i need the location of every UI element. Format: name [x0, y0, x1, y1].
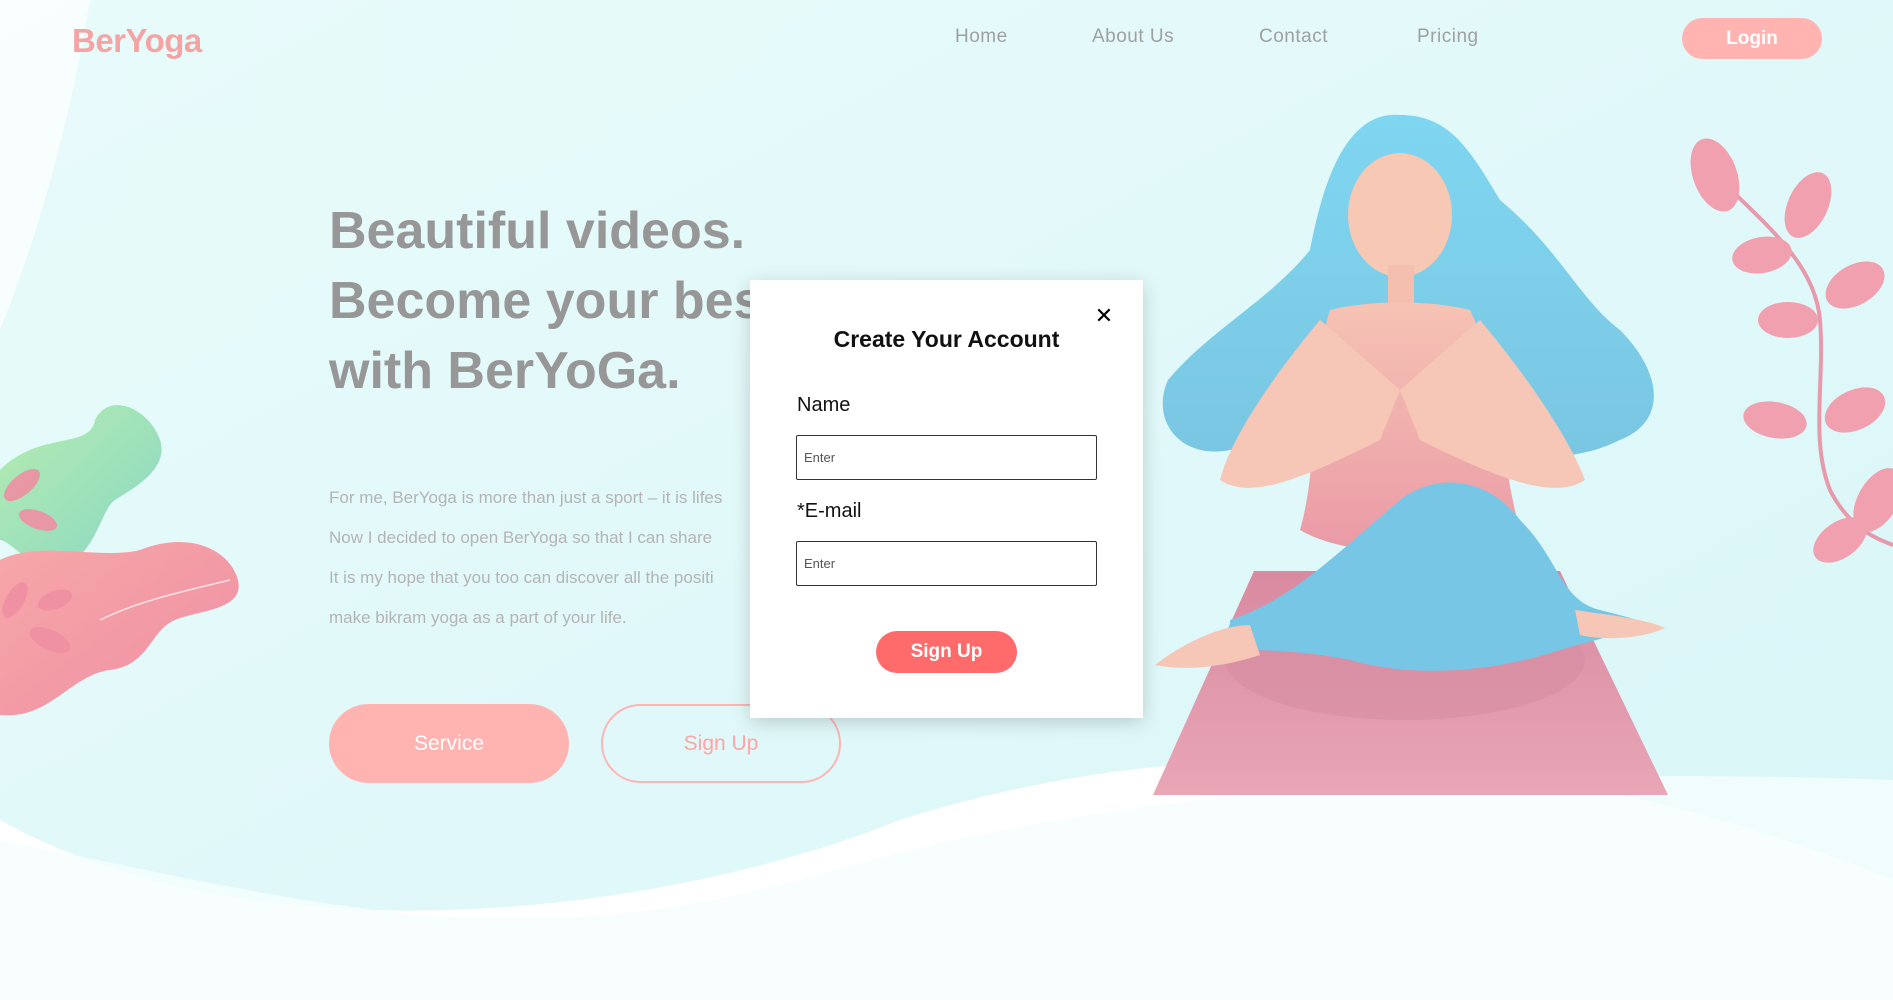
close-icon[interactable]: ✕: [1094, 305, 1114, 327]
hero-title-line: Beautiful videos.: [329, 202, 746, 260]
nav-item-home[interactable]: Home: [955, 26, 1008, 48]
nav-item-pricing[interactable]: Pricing: [1417, 26, 1479, 48]
signup-modal: ✕ Create Your Account Name *E-mail Sign …: [750, 280, 1143, 718]
nav-item-contact[interactable]: Contact: [1259, 26, 1328, 48]
service-button[interactable]: Service: [329, 704, 569, 783]
name-label: Name: [797, 394, 851, 416]
email-label: *E-mail: [797, 500, 862, 522]
modal-title: Create Your Account: [833, 326, 1060, 352]
brand-logo[interactable]: BerYoga: [72, 22, 202, 60]
modal-signup-button[interactable]: Sign Up: [876, 631, 1017, 673]
login-button[interactable]: Login: [1682, 18, 1822, 59]
name-field[interactable]: [796, 435, 1097, 480]
nav-item-about-us[interactable]: About Us: [1092, 26, 1174, 48]
email-field[interactable]: [796, 541, 1097, 586]
